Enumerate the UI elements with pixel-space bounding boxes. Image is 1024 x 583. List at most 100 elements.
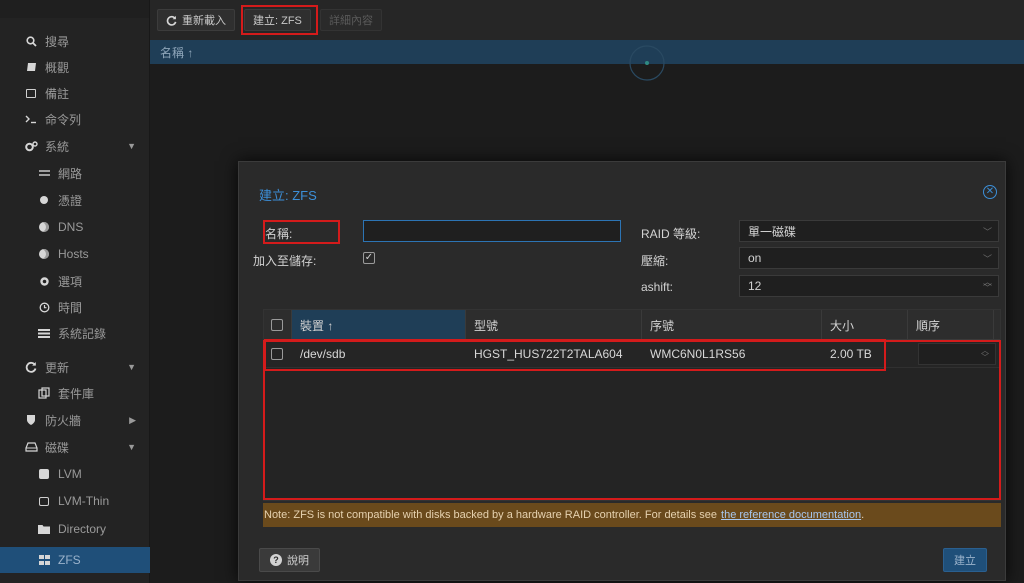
sidebar-item-lvm-thin[interactable]: LVM-Thin bbox=[0, 488, 150, 514]
spinner-arrows-icon: ︿ ﹀ bbox=[982, 277, 992, 293]
sidebar-item-label: 更新 bbox=[45, 360, 70, 375]
reload-button-label: 重新載入 bbox=[182, 15, 226, 27]
create-zfs-dialog: 建立: ZFS ✕ 名稱: 加入至儲存: ✓ RAID 等級: 單一磁碟 ﹀ 壓… bbox=[238, 161, 1006, 581]
files-icon bbox=[36, 387, 52, 399]
ashift-stepper[interactable]: 12 ︿ ﹀ bbox=[739, 275, 999, 297]
close-icon[interactable]: ✕ bbox=[983, 185, 997, 199]
certificate-icon bbox=[36, 196, 52, 204]
row-checkbox[interactable] bbox=[271, 348, 283, 360]
ashift-label: ashift: bbox=[641, 280, 674, 294]
list-icon bbox=[36, 328, 52, 338]
sidebar-item-label: LVM bbox=[58, 467, 82, 481]
chevron-down-icon: ﹀ bbox=[982, 254, 992, 264]
create-button[interactable]: 建立 bbox=[943, 548, 987, 572]
sidebar-item-label: 防火牆 bbox=[45, 413, 82, 428]
chevron-down-icon[interactable]: ▼ bbox=[127, 362, 136, 372]
note-icon bbox=[23, 88, 39, 98]
cell-device: /dev/sdb bbox=[300, 347, 346, 361]
cell-size: 2.00 TB bbox=[830, 347, 872, 361]
sidebar-item-disks[interactable]: 磁碟 ▼ bbox=[0, 434, 150, 460]
hdd-icon bbox=[23, 442, 39, 452]
column-header-size[interactable]: 大小 bbox=[822, 310, 908, 340]
raid-warning-note: Note: ZFS is not compatible with disks b… bbox=[263, 503, 1001, 527]
select-all-cell bbox=[264, 310, 292, 340]
square-outline-icon bbox=[36, 496, 52, 506]
sidebar-item-firewall[interactable]: 防火牆 ▶ bbox=[0, 407, 150, 433]
order-stepper[interactable]: ︿ ﹀ bbox=[918, 343, 996, 365]
sidebar-item-label: 系統記錄 bbox=[58, 326, 107, 341]
row-select-cell bbox=[264, 340, 292, 368]
raid-level-select[interactable]: 單一磁碟 ﹀ bbox=[739, 220, 999, 242]
sidebar: 搜尋 概觀 備註 命令列 系統 ▼ 網路 憑證 DNS Hosts 選項 時間 … bbox=[0, 0, 150, 583]
gear-icon bbox=[36, 276, 52, 287]
note-end: . bbox=[861, 509, 865, 521]
globe-icon bbox=[36, 222, 52, 232]
sidebar-item-summary[interactable]: 概觀 bbox=[0, 54, 150, 80]
name-input[interactable] bbox=[363, 220, 621, 242]
sidebar-item-search[interactable]: 搜尋 bbox=[0, 28, 150, 54]
chevron-down-icon[interactable]: ▼ bbox=[127, 442, 136, 452]
chevron-right-icon[interactable]: ▶ bbox=[129, 415, 136, 426]
raid-level-value: 單一磁碟 bbox=[748, 224, 797, 239]
sidebar-item-network[interactable]: 網路 bbox=[0, 160, 150, 186]
dialog-title[interactable]: 建立: ZFS bbox=[239, 179, 1005, 209]
question-circle-icon: ? bbox=[270, 554, 282, 566]
create-zfs-button[interactable]: 建立: ZFS bbox=[244, 9, 311, 31]
sidebar-item-zfs[interactable]: ZFS bbox=[0, 547, 150, 573]
column-header-order[interactable]: 順序 bbox=[908, 310, 994, 340]
sidebar-item-certificates[interactable]: 憑證 bbox=[0, 187, 150, 213]
sidebar-item-label: 概觀 bbox=[45, 60, 70, 75]
sidebar-item-system[interactable]: 系統 ▼ bbox=[0, 133, 150, 159]
sidebar-item-label: 命令列 bbox=[45, 112, 82, 127]
sidebar-item-label: LVM-Thin bbox=[58, 494, 110, 508]
sidebar-item-repositories[interactable]: 套件庫 bbox=[0, 380, 150, 406]
refresh-icon bbox=[23, 361, 39, 373]
sidebar-item-notes[interactable]: 備註 bbox=[0, 80, 150, 106]
chevron-down-icon[interactable]: ▼ bbox=[127, 141, 136, 151]
reload-button[interactable]: 重新載入 bbox=[157, 9, 235, 31]
exchange-icon bbox=[36, 168, 52, 178]
sidebar-item-lvm[interactable]: LVM bbox=[0, 461, 150, 487]
chevron-down-icon: ﹀ bbox=[982, 227, 992, 237]
help-button[interactable]: ? 說明 bbox=[259, 548, 320, 572]
sidebar-item-label: 網路 bbox=[58, 166, 83, 181]
clock-icon bbox=[36, 302, 52, 313]
shield-icon bbox=[23, 414, 39, 426]
compression-label: 壓縮: bbox=[641, 254, 669, 268]
select-all-checkbox[interactable] bbox=[271, 319, 283, 331]
sidebar-item-dns[interactable]: DNS bbox=[0, 214, 150, 240]
toolbar: 重新載入 建立: ZFS 詳細內容 bbox=[150, 0, 1024, 40]
column-header-device[interactable]: 裝置 ↑ bbox=[292, 310, 466, 340]
sidebar-item-label: 搜尋 bbox=[45, 34, 70, 49]
compression-select[interactable]: on ﹀ bbox=[739, 247, 999, 269]
cell-serial: WMC6N0L1RS56 bbox=[650, 347, 746, 361]
detail-button[interactable]: 詳細內容 bbox=[320, 9, 382, 31]
ashift-value: 12 bbox=[748, 279, 762, 293]
create-button-label: 建立 bbox=[954, 555, 976, 567]
gears-icon bbox=[23, 140, 39, 152]
book-icon bbox=[23, 62, 39, 72]
sidebar-item-shell[interactable]: 命令列 bbox=[0, 106, 150, 132]
column-header-name[interactable]: 名稱 ↑ bbox=[160, 44, 193, 61]
sidebar-item-directory[interactable]: Directory bbox=[0, 516, 150, 542]
add-storage-checkbox[interactable]: ✓ bbox=[363, 252, 375, 264]
sidebar-top-strip bbox=[0, 0, 149, 18]
sidebar-item-label: 備註 bbox=[45, 86, 70, 101]
list-header[interactable]: 名稱 ↑ bbox=[150, 40, 1024, 64]
raid-level-label: RAID 等級: bbox=[641, 227, 701, 241]
sidebar-item-label: 磁碟 bbox=[45, 440, 70, 455]
dialog-footer: ? 說明 建立 bbox=[239, 545, 1005, 581]
sidebar-item-time[interactable]: 時間 bbox=[0, 294, 150, 320]
column-header-serial[interactable]: 序號 bbox=[642, 310, 822, 340]
dialog-title-text: 建立: ZFS bbox=[259, 187, 317, 203]
sidebar-item-options[interactable]: 選項 bbox=[0, 268, 150, 294]
table-row[interactable]: /dev/sdb HGST_HUS722T2TALA604 WMC6N0L1RS… bbox=[264, 340, 1000, 368]
sidebar-item-label: DNS bbox=[58, 220, 84, 234]
column-header-model[interactable]: 型號 bbox=[466, 310, 642, 340]
sidebar-item-updates[interactable]: 更新 ▼ bbox=[0, 354, 150, 380]
grid-icon bbox=[36, 555, 52, 565]
sidebar-item-syslog[interactable]: 系統記錄 bbox=[0, 320, 150, 346]
reference-documentation-link[interactable]: the reference documentation bbox=[721, 509, 861, 521]
sidebar-item-hosts[interactable]: Hosts bbox=[0, 241, 150, 267]
spinner-arrows-icon: ︿ ﹀ bbox=[981, 346, 989, 362]
